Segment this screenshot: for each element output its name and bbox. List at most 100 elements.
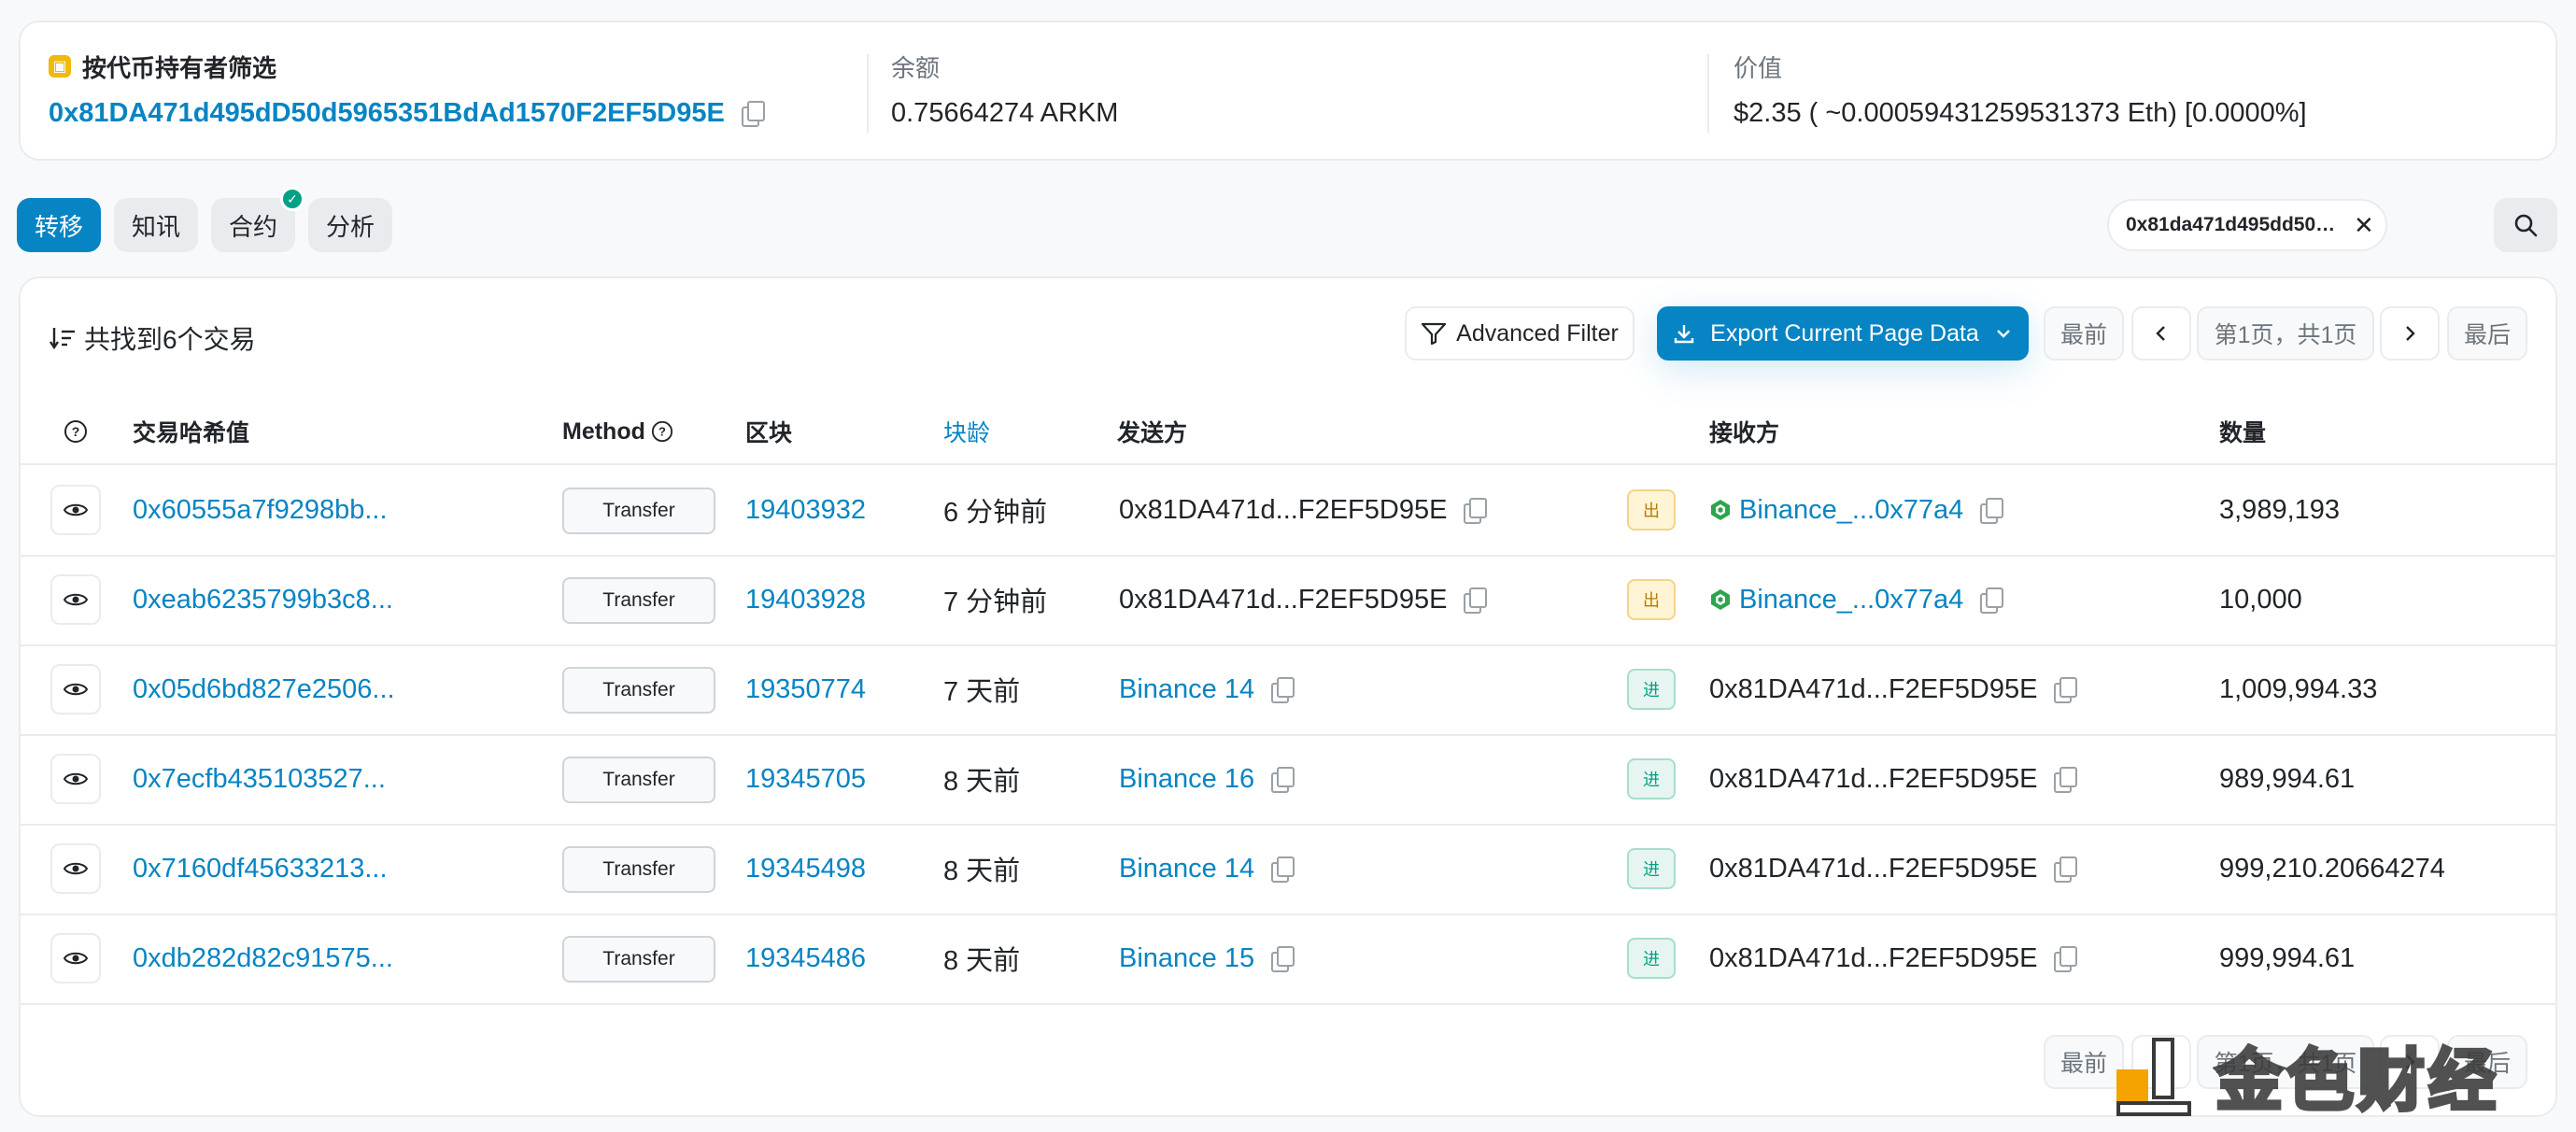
tab-contract-label: 合约	[228, 212, 277, 241]
tx-hash-link[interactable]: 0xeab6235799b3c8...	[133, 555, 393, 644]
chevron-down-icon	[1996, 330, 2010, 338]
export-button[interactable]: Export Current Page Data	[1657, 306, 2029, 361]
next-page-button[interactable]	[2380, 306, 2440, 361]
age-text: 6 分钟前	[943, 498, 1048, 528]
view-details-button[interactable]	[50, 664, 101, 715]
block-link[interactable]: 19345486	[745, 913, 866, 1003]
block-link[interactable]: 19350774	[745, 644, 866, 734]
table-row: 0x7ecfb435103527... Transfer 19345705 8 天前 B…	[21, 734, 2555, 824]
holder-address-link[interactable]: 0x81DA471d495dD50d5965351BdAd1570F2EF5D9…	[49, 98, 725, 129]
filter-chip-text: 0x81da471d495dd50d596535...	[2126, 214, 2342, 235]
from-address[interactable]: Binance 14	[1119, 644, 1295, 734]
token-holder-summary: ▣ 按代币持有者筛选 0x81DA471d495dD50d5965351BdAd…	[19, 21, 2557, 161]
direction-badge: 进	[1627, 669, 1676, 710]
tx-hash-link[interactable]: 0x7160df45633213...	[133, 824, 388, 913]
direction-badge: 出	[1627, 489, 1676, 531]
copy-icon[interactable]	[1464, 498, 1488, 524]
block-link[interactable]: 19403932	[745, 465, 866, 555]
block-link[interactable]: 19345705	[745, 734, 866, 824]
copy-icon[interactable]	[1464, 587, 1488, 614]
tx-hash-link[interactable]: 0x60555a7f9298bb...	[133, 465, 388, 555]
to-address: 0x81DA471d...F2EF5D95E	[1709, 734, 2078, 824]
copy-icon[interactable]	[2054, 767, 2078, 793]
direction-badge: 进	[1627, 848, 1676, 889]
value-value: $2.35 ( ~0.00059431259531373 Eth) [0.000…	[1734, 97, 2307, 128]
age-text: 8 天前	[943, 767, 1021, 797]
amount-value: 1,009,994.33	[2219, 673, 2378, 704]
to-address[interactable]: Binance_...0x77a4	[1709, 555, 2004, 644]
copy-icon[interactable]	[1271, 856, 1295, 883]
copy-icon[interactable]	[1271, 946, 1295, 972]
view-details-button[interactable]	[50, 574, 101, 625]
balance-label: 余额	[891, 53, 941, 82]
from-address[interactable]: Binance 16	[1119, 734, 1295, 824]
help-icon[interactable]: ?	[651, 420, 673, 443]
copy-icon[interactable]	[2054, 856, 2078, 883]
svg-text:?: ?	[72, 424, 80, 439]
to-address-text[interactable]: Binance_...0x77a4	[1739, 585, 1963, 616]
tab-contract[interactable]: 合约 ✓	[211, 187, 304, 252]
view-details-button[interactable]	[50, 843, 101, 894]
advanced-filter-button[interactable]: Advanced Filter	[1405, 306, 1635, 361]
from-address-text[interactable]: Binance 14	[1119, 674, 1254, 705]
divider	[867, 54, 869, 133]
direction-badge: 进	[1627, 758, 1676, 799]
result-count-text: 共找到6个交易	[84, 325, 256, 354]
copy-icon[interactable]	[1980, 587, 2004, 614]
eye-icon	[64, 772, 88, 785]
watermark-text: 金色财经	[2214, 1042, 2500, 1121]
to-address[interactable]: Binance_...0x77a4	[1709, 465, 2004, 555]
to-address: 0x81DA471d...F2EF5D95E	[1709, 644, 2078, 734]
from-address-text[interactable]: Binance 14	[1119, 854, 1254, 884]
last-page-button[interactable]: 最后	[2447, 306, 2527, 361]
prev-page-button[interactable]	[2131, 306, 2191, 361]
column-age-toggle[interactable]: 块龄	[943, 413, 990, 450]
from-address: 0x81DA471d...F2EF5D95E	[1119, 465, 1488, 555]
chevron-right-icon	[2406, 326, 2415, 341]
copy-icon[interactable]	[1271, 677, 1295, 703]
tab-transfers[interactable]: 转移	[17, 198, 101, 252]
from-address-text[interactable]: Binance 16	[1119, 764, 1254, 795]
amount-value: 989,994.61	[2219, 763, 2356, 794]
amount-value: 999,994.61	[2219, 942, 2356, 973]
close-icon[interactable]: ✕	[2354, 211, 2374, 240]
from-address-text[interactable]: Binance 15	[1119, 943, 1254, 974]
eye-icon	[64, 952, 88, 965]
row-divider	[21, 1003, 2555, 1005]
view-details-button[interactable]	[50, 754, 101, 804]
to-address-text: 0x81DA471d...F2EF5D95E	[1709, 673, 2038, 704]
from-address[interactable]: Binance 15	[1119, 913, 1295, 1003]
to-address-text[interactable]: Binance_...0x77a4	[1739, 495, 1963, 526]
tab-analytics[interactable]: 分析	[308, 198, 392, 252]
info-help-icon[interactable]: ?	[64, 413, 88, 450]
search-icon	[2514, 214, 2538, 237]
copy-icon[interactable]	[1271, 767, 1295, 793]
search-button[interactable]	[2494, 198, 2557, 252]
block-link[interactable]: 19345498	[745, 824, 866, 913]
block-link[interactable]: 19403928	[745, 555, 866, 644]
amount-value: 10,000	[2219, 584, 2302, 615]
eye-icon	[64, 593, 88, 606]
to-address-text: 0x81DA471d...F2EF5D95E	[1709, 853, 2038, 884]
table-row: 0xeab6235799b3c8... Transfer 19403928 7 分钟前…	[21, 555, 2555, 644]
tx-hash-link[interactable]: 0x05d6bd827e2506...	[133, 644, 395, 734]
eye-icon	[64, 683, 88, 696]
first-page-button[interactable]: 最前	[2044, 306, 2124, 361]
tx-hash-link[interactable]: 0xdb282d82c91575...	[133, 913, 393, 1003]
tab-info[interactable]: 知讯	[114, 198, 198, 252]
method-badge: Transfer	[562, 936, 715, 983]
divider	[1707, 54, 1709, 133]
page-info: 第1页，共1页	[2197, 306, 2374, 361]
copy-icon[interactable]	[741, 101, 765, 127]
copy-icon[interactable]	[1980, 498, 2004, 524]
to-address: 0x81DA471d...F2EF5D95E	[1709, 824, 2078, 913]
from-address[interactable]: Binance 14	[1119, 824, 1295, 913]
view-details-button[interactable]	[50, 485, 101, 535]
copy-icon[interactable]	[2054, 677, 2078, 703]
amount-value: 3,989,193	[2219, 494, 2341, 525]
tx-hash-link[interactable]: 0x7ecfb435103527...	[133, 734, 386, 824]
age-text: 7 天前	[943, 677, 1021, 707]
view-details-button[interactable]	[50, 933, 101, 983]
copy-icon[interactable]	[2054, 946, 2078, 972]
method-badge: Transfer	[562, 488, 715, 534]
